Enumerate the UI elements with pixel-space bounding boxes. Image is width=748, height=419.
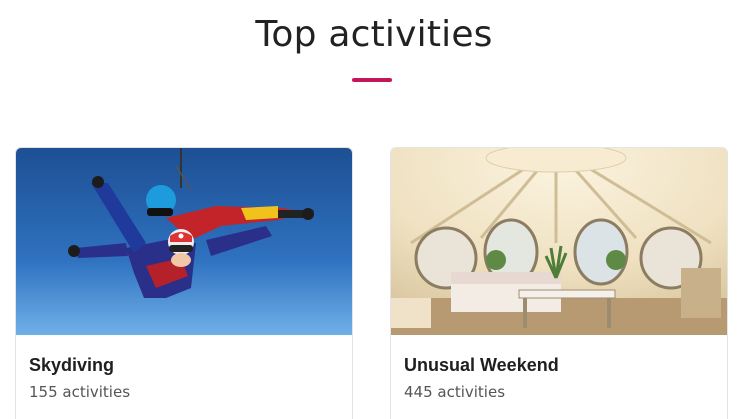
section-title: Top activities [255,14,493,55]
unusual-weekend-image[interactable] [391,148,727,335]
card-title[interactable]: Skydiving [29,355,114,376]
activity-card-skydiving[interactable]: Skydiving 155 activities [15,147,353,419]
activity-count: 445 activities [404,383,506,401]
card-title[interactable]: Unusual Weekend [404,355,559,376]
activity-count: 155 activities [29,383,131,401]
title-underline [352,78,392,82]
activity-card-unusual-weekend[interactable]: Unusual Weekend 445 activities [390,147,728,419]
skydiving-image[interactable] [16,148,352,335]
